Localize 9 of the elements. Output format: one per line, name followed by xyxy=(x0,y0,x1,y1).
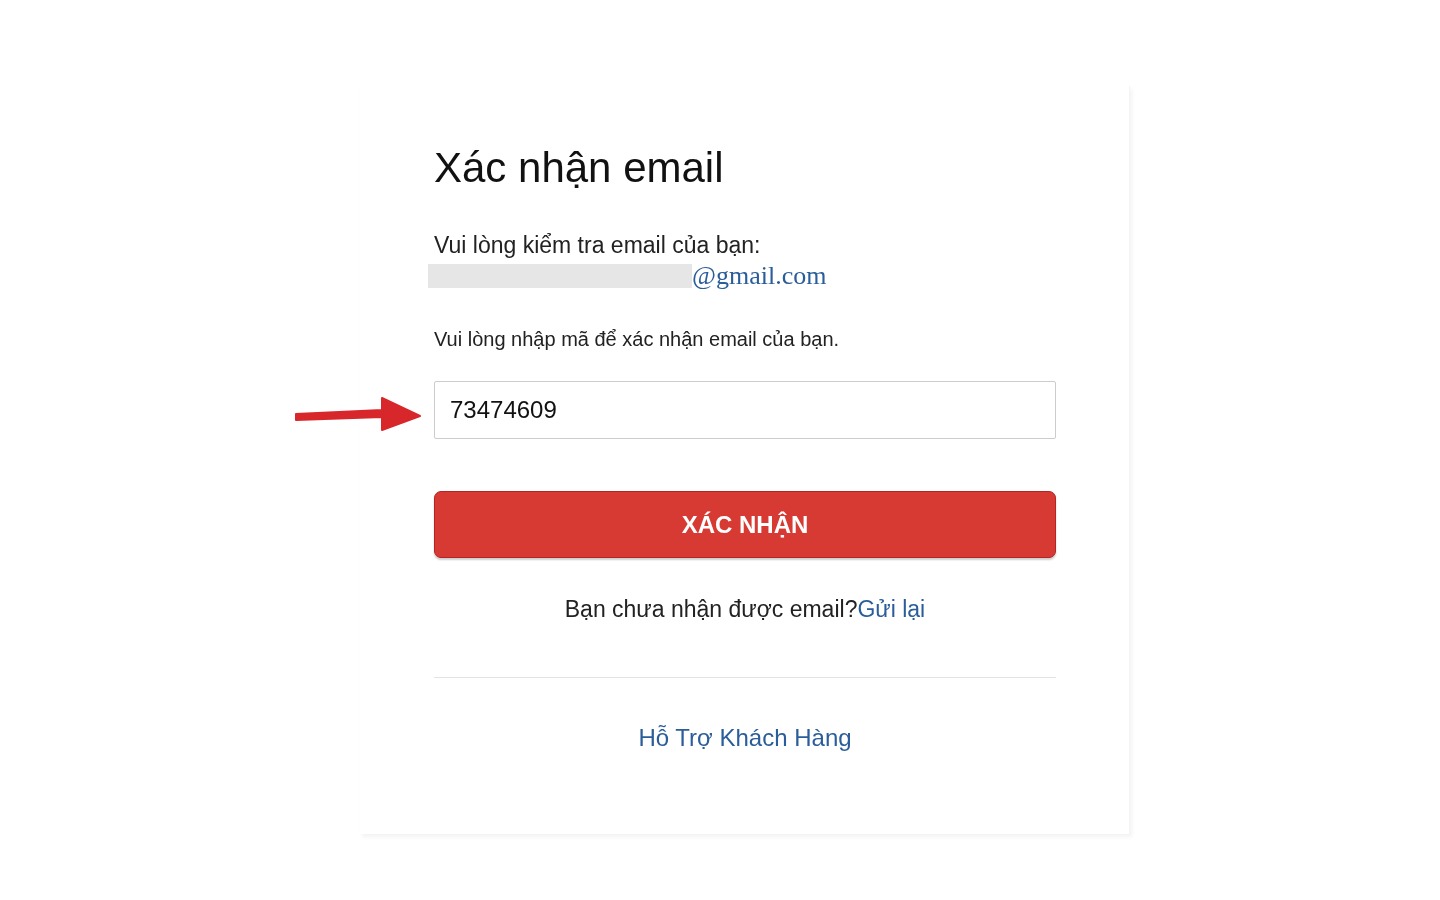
code-field[interactable]: 73474609 xyxy=(434,381,1056,439)
email-domain: @gmail.com xyxy=(692,261,827,291)
page-title: Xác nhận email xyxy=(434,143,725,193)
resend-text: Bạn chưa nhận được email?Gửi lại xyxy=(563,596,927,623)
resend-link[interactable]: Gửi lại xyxy=(857,596,926,622)
confirm-button[interactable]: XÁC NHẬN xyxy=(434,491,1056,558)
check-email-text: Vui lòng kiểm tra email của bạn: xyxy=(434,231,762,260)
instruction-text: Vui lòng nhập mã để xác nhận email của bạn. xyxy=(434,328,841,351)
support-link[interactable]: Hỗ Trợ Khách Hàng xyxy=(638,724,852,751)
